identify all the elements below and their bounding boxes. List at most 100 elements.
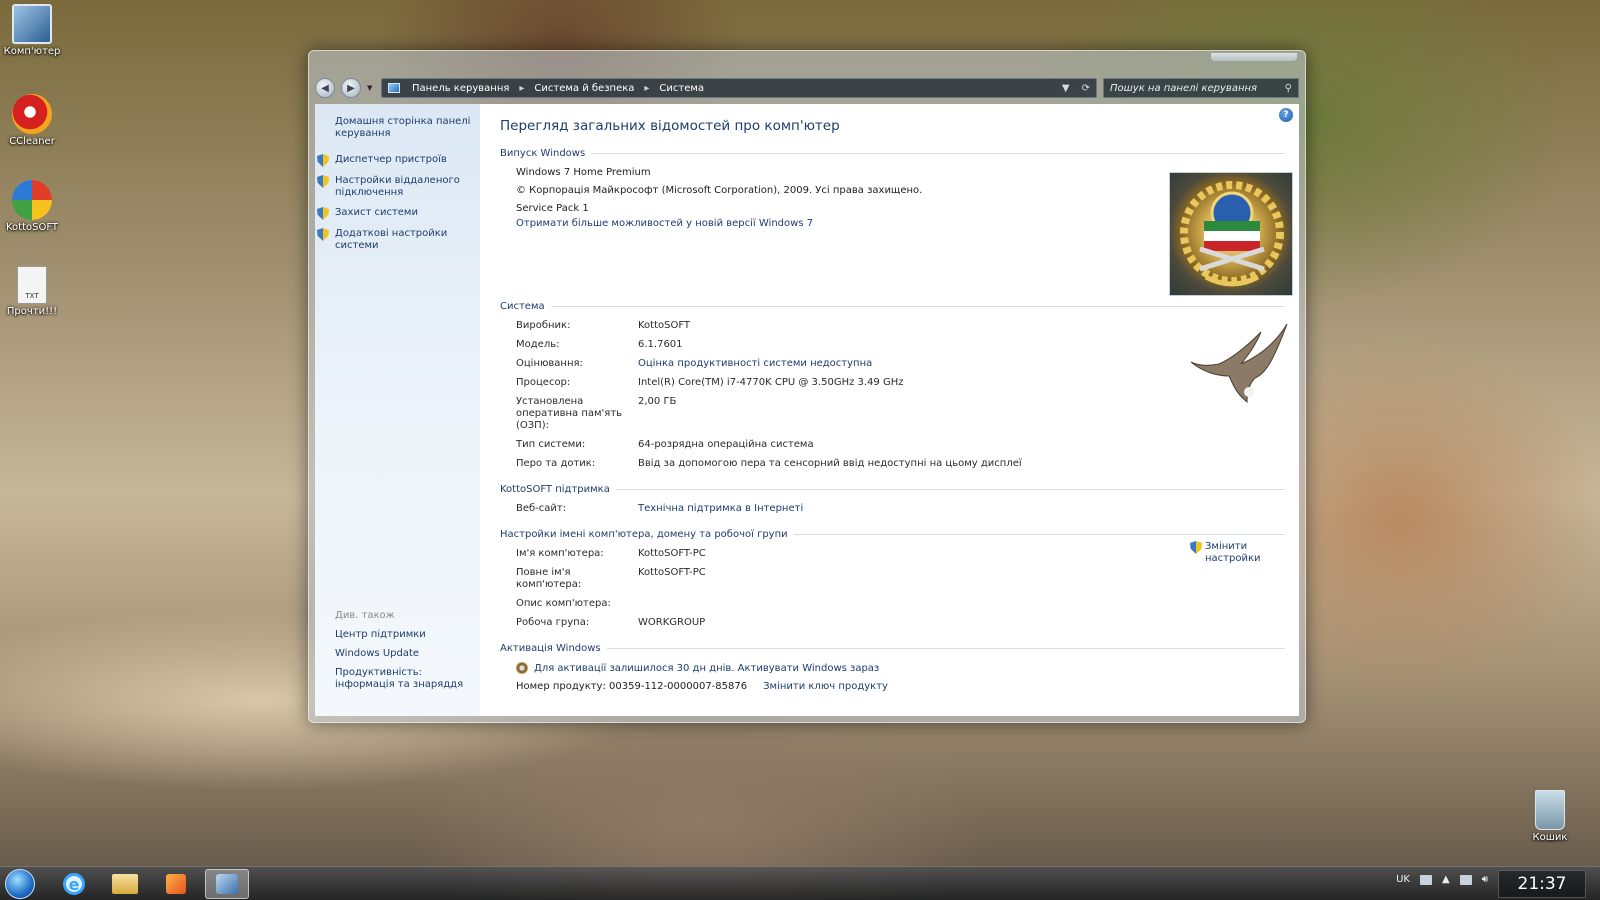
breadcrumb-separator-icon[interactable]: ▸ bbox=[519, 83, 524, 94]
sidebar-item-label: Диспетчер пристроїв bbox=[335, 154, 447, 165]
service-pack: Service Pack 1 bbox=[516, 203, 589, 214]
address-dropdown-icon[interactable]: ▼ bbox=[1062, 83, 1070, 94]
desktop-icon-label: KottoSOFT bbox=[5, 222, 59, 233]
text-file-icon: TXT bbox=[17, 266, 47, 304]
refresh-icon[interactable]: ⟳ bbox=[1082, 83, 1090, 94]
show-hidden-icons[interactable]: ▲ bbox=[1442, 874, 1450, 885]
info-value-ram: 2,00 ГБ bbox=[638, 396, 677, 407]
taskbar-app-media-player[interactable] bbox=[154, 869, 198, 899]
breadcrumb-separator-icon[interactable]: ▸ bbox=[644, 83, 649, 94]
navigation-bar: ◀ ▶ ▼ Панель керування ▸ Система й безпе… bbox=[315, 75, 1299, 101]
search-icon[interactable]: ⚲ bbox=[1285, 83, 1292, 94]
page-title: Перегляд загальних відомостей про комп'ю… bbox=[500, 118, 840, 134]
info-value-pen-touch: Ввід за допомогою пера та сенсорний ввід… bbox=[638, 458, 1022, 469]
shield-icon bbox=[317, 228, 329, 241]
desktop-icon-label: Кошик bbox=[1532, 832, 1568, 843]
section-heading-system: Система bbox=[500, 301, 1285, 312]
info-label: Модель: bbox=[516, 339, 560, 350]
info-label: Установлена оперативна пам'ять (ОЗП): bbox=[516, 396, 623, 431]
change-settings-button[interactable]: Змінити настройки bbox=[1190, 541, 1261, 565]
taskbar-app-control-panel[interactable] bbox=[205, 869, 249, 899]
desktop-icon-label: Прочти!!! bbox=[6, 306, 58, 317]
window-caption-buttons[interactable] bbox=[1211, 53, 1297, 61]
section-heading-support: KottoSOFT підтримка bbox=[500, 484, 1285, 495]
taskbar-app-internet-explorer[interactable]: e bbox=[52, 869, 96, 899]
forward-button[interactable]: ▶ bbox=[341, 78, 361, 98]
support-info-table: Веб-сайт: Технічна підтримка в Інтернеті bbox=[500, 503, 1285, 515]
keyboard-icon[interactable] bbox=[1419, 874, 1432, 885]
rating-link[interactable]: Оцінка продуктивності системи недоступна bbox=[638, 358, 1285, 370]
taskbar-app-explorer[interactable] bbox=[103, 869, 147, 899]
language-indicator[interactable]: UK bbox=[1396, 874, 1410, 885]
info-label: Процесор: bbox=[516, 377, 571, 388]
taskbar: e UK ▲ 🔊︎ 21:37 bbox=[0, 866, 1600, 900]
info-label: Перо та дотик: bbox=[516, 458, 596, 469]
address-bar[interactable]: Панель керування ▸ Система й безпека ▸ С… bbox=[381, 78, 1097, 98]
system-tray: UK ▲ 🔊︎ bbox=[1396, 874, 1488, 885]
computer-name-table: Ім'я комп'ютера: KottoSOFT-PC Повне ім'я… bbox=[500, 548, 1285, 629]
search-input[interactable]: Пошук на панелі керування ⚲ bbox=[1103, 78, 1299, 98]
see-also-title: Див. також bbox=[335, 610, 395, 621]
sidebar-item-label: Захист системи bbox=[335, 207, 418, 218]
info-label: Ім'я комп'ютера: bbox=[516, 548, 604, 559]
computer-icon bbox=[12, 4, 52, 44]
product-id-row: Номер продукту: 00359-112-0000007-85876 … bbox=[500, 681, 1285, 692]
ccleaner-icon bbox=[12, 94, 52, 134]
sidebar-item-advanced-settings[interactable]: Додаткові настройки системи bbox=[317, 228, 472, 252]
section-heading-label: KottoSOFT підтримка bbox=[500, 484, 610, 495]
info-value-full-name: KottoSOFT-PC bbox=[638, 567, 706, 578]
see-also-link-action-center[interactable]: Центр підтримки bbox=[335, 629, 472, 641]
desktop-icon-recycle-bin[interactable]: Кошик bbox=[1522, 790, 1578, 843]
activation-status-text: Для активації залишилося 30 дн днів. Акт… bbox=[534, 662, 880, 674]
sidebar-item-remote-settings[interactable]: Настройки віддаленого підключення bbox=[317, 175, 472, 199]
back-arrow-icon: ◀ bbox=[321, 82, 329, 94]
control-panel-icon bbox=[388, 83, 400, 93]
activation-status[interactable]: Для активації залишилося 30 дн днів. Акт… bbox=[500, 662, 1285, 674]
sidebar-item-label: Додаткові настройки системи bbox=[335, 228, 448, 251]
breadcrumb-item[interactable]: Система й безпека bbox=[534, 83, 634, 94]
section-heading-label: Активація Windows bbox=[500, 643, 601, 654]
back-button[interactable]: ◀ bbox=[315, 78, 335, 98]
system-window: ◀ ▶ ▼ Панель керування ▸ Система й безпе… bbox=[308, 50, 1306, 723]
breadcrumb-item[interactable]: Панель керування bbox=[412, 83, 509, 94]
see-also-section: Див. також Центр підтримки Windows Updat… bbox=[335, 610, 472, 698]
forward-arrow-icon: ▶ bbox=[347, 82, 355, 94]
volume-icon[interactable]: 🔊︎ bbox=[1482, 874, 1488, 885]
sidebar-item-system-protection[interactable]: Захист системи bbox=[317, 207, 472, 220]
change-settings-label: Змінити настройки bbox=[1205, 541, 1261, 564]
shield-icon bbox=[317, 175, 329, 188]
network-icon[interactable] bbox=[1459, 874, 1472, 885]
desktop-icon-readme[interactable]: TXT Прочти!!! bbox=[4, 266, 60, 317]
desktop-icon-label: CCleaner bbox=[9, 136, 55, 147]
recent-pages-dropdown[interactable]: ▼ bbox=[367, 84, 375, 92]
support-website-link[interactable]: Технічна підтримка в Інтернеті bbox=[638, 503, 1285, 515]
content-area: Домашня сторінка панелі керування Диспет… bbox=[315, 104, 1299, 716]
clock[interactable]: 21:37 bbox=[1498, 870, 1586, 898]
sidebar-item-device-manager[interactable]: Диспетчер пристроїв bbox=[317, 154, 472, 167]
see-also-link-performance[interactable]: Продуктивність: інформація та знаряддя bbox=[335, 667, 472, 691]
info-value-system-type: 64-розрядна операційна система bbox=[638, 439, 814, 450]
info-label: Виробник: bbox=[516, 320, 571, 331]
desktop-icon-kottosoft[interactable]: KottoSOFT bbox=[4, 180, 60, 233]
info-value-manufacturer: KottoSOFT bbox=[638, 320, 691, 331]
system-info-table: Виробник: KottoSOFT Модель: 6.1.7601 Оці… bbox=[500, 320, 1285, 470]
info-value-processor: Intel(R) Core(TM) i7-4770K CPU @ 3.50GHz… bbox=[638, 377, 904, 388]
desktop-icon-computer[interactable]: Комп'ютер bbox=[4, 4, 60, 57]
upgrade-link[interactable]: Отримати більше можливостей у новій верс… bbox=[500, 218, 1285, 229]
breadcrumb-item[interactable]: Система bbox=[659, 83, 704, 94]
sidebar-home-link[interactable]: Домашня сторінка панелі керування bbox=[335, 116, 472, 140]
desktop-icon-ccleaner[interactable]: CCleaner bbox=[4, 94, 60, 147]
desktop-icon-label: Комп'ютер bbox=[3, 46, 61, 57]
change-product-key-link[interactable]: Змінити ключ продукту bbox=[763, 681, 888, 692]
info-label: Веб-сайт: bbox=[516, 503, 567, 514]
oem-logo-image bbox=[1169, 172, 1293, 296]
search-placeholder: Пошук на панелі керування bbox=[1110, 82, 1258, 94]
start-button[interactable] bbox=[5, 869, 35, 899]
file-type-badge: TXT bbox=[25, 292, 39, 300]
shield-icon bbox=[1190, 541, 1202, 554]
info-value-model: 6.1.7601 bbox=[638, 339, 683, 350]
help-icon[interactable]: ? bbox=[1279, 108, 1293, 122]
control-panel-icon bbox=[216, 874, 238, 894]
see-also-link-windows-update[interactable]: Windows Update bbox=[335, 648, 472, 660]
media-player-icon bbox=[166, 874, 186, 894]
